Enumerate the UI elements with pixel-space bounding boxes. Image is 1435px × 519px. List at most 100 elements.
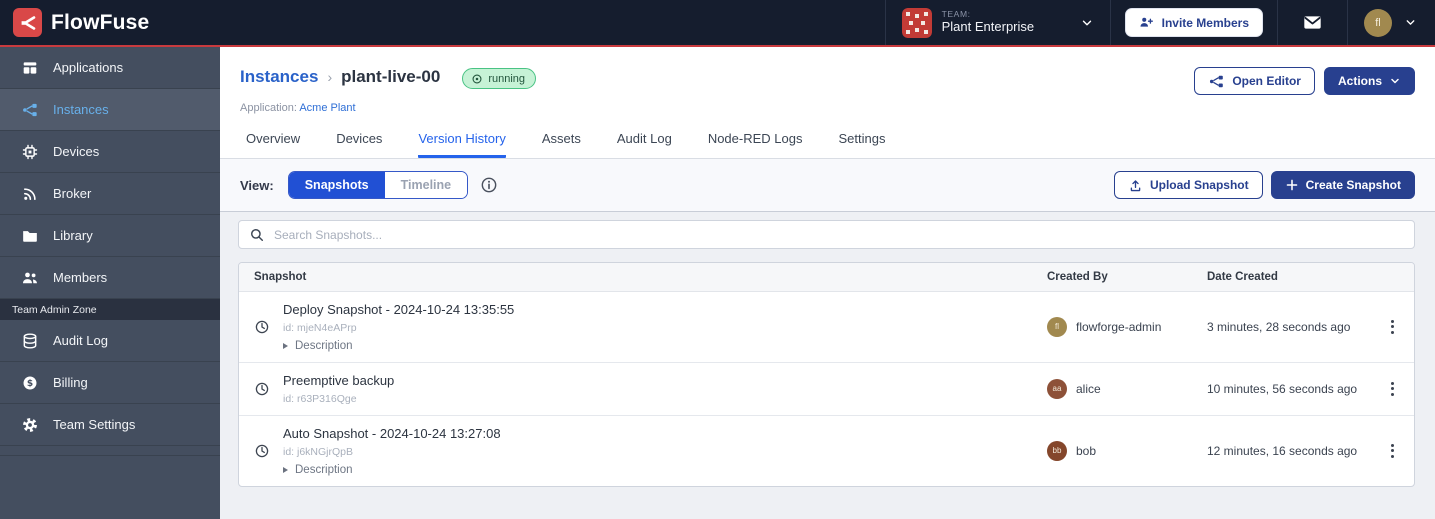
tab-assets[interactable]: Assets	[542, 131, 581, 158]
toggle-snapshots[interactable]: Snapshots	[289, 172, 385, 198]
status-running-icon	[471, 73, 483, 85]
toggle-timeline[interactable]: Timeline	[385, 172, 467, 198]
search-bar	[238, 220, 1415, 249]
triangle-right-icon	[283, 467, 288, 473]
tab-devices[interactable]: Devices	[336, 131, 382, 158]
table-header-row: Snapshot Created By Date Created	[239, 263, 1414, 292]
sidebar-item-label: Team Settings	[53, 417, 135, 432]
sidebar-item-team-settings[interactable]: Team Settings	[0, 404, 220, 446]
invite-members-button[interactable]: Invite Members	[1125, 8, 1263, 37]
chevron-down-icon	[1389, 75, 1401, 87]
sidebar-item-label: Billing	[53, 375, 88, 390]
application-label: Application:	[240, 102, 297, 114]
description-toggle[interactable]: Description	[283, 340, 514, 352]
clock-icon	[254, 319, 270, 335]
sidebar-item-applications[interactable]: Applications	[0, 47, 220, 89]
create-snapshot-button[interactable]: Create Snapshot	[1271, 171, 1415, 199]
user-menu[interactable]: fl	[1347, 0, 1435, 45]
breadcrumb-instances-link[interactable]: Instances	[240, 67, 318, 87]
envelope-icon	[1302, 12, 1323, 33]
topnav-right: TEAM: Plant Enterprise Invite Members	[885, 0, 1435, 45]
sidebar-item-members[interactable]: Members	[0, 257, 220, 299]
row-menu-button[interactable]	[1370, 440, 1414, 462]
sidebar-item-label: Members	[53, 270, 107, 285]
breadcrumb-separator: ›	[327, 69, 332, 85]
users-icon	[21, 269, 39, 287]
sidebar-item-audit-log[interactable]: Audit Log	[0, 320, 220, 362]
snapshot-id: id: r63P316Qge	[283, 393, 394, 405]
triangle-right-icon	[283, 343, 288, 349]
sidebar-item-library[interactable]: Library	[0, 215, 220, 257]
team-text: TEAM: Plant Enterprise	[942, 10, 1035, 35]
creator-name: bob	[1076, 444, 1096, 458]
sidebar-item-label: Applications	[53, 60, 123, 75]
team-name: Plant Enterprise	[942, 20, 1035, 35]
svg-text:$: $	[27, 379, 33, 389]
sidebar-item-label: Library	[53, 228, 93, 243]
upload-snapshot-button[interactable]: Upload Snapshot	[1114, 171, 1263, 199]
clock-icon	[254, 443, 270, 459]
open-editor-button[interactable]: Open Editor	[1194, 67, 1315, 95]
description-toggle[interactable]: Description	[283, 464, 501, 476]
search-input[interactable]	[274, 228, 1404, 242]
user-avatar: fl	[1364, 9, 1392, 37]
database-icon	[21, 332, 39, 350]
actions-label: Actions	[1338, 74, 1382, 88]
sidebar-item-broker[interactable]: Broker	[0, 173, 220, 215]
info-icon[interactable]	[480, 176, 498, 194]
app-window: FlowFuse TEAM: Plant Enterprise	[0, 0, 1435, 519]
tab-audit-log[interactable]: Audit Log	[617, 131, 672, 158]
application-line: Application: Acme Plant	[240, 102, 1415, 114]
sidebar-item-billing[interactable]: $ Billing	[0, 362, 220, 404]
sidebar-item-label: Instances	[53, 102, 109, 117]
row-menu-button[interactable]	[1370, 378, 1414, 400]
tab-node-red-logs[interactable]: Node-RED Logs	[708, 131, 803, 158]
actions-button[interactable]: Actions	[1324, 67, 1415, 95]
table-row[interactable]: Auto Snapshot - 2024-10-24 13:27:08 id: …	[239, 416, 1414, 486]
description-label: Description	[295, 340, 353, 352]
row-menu-button[interactable]	[1370, 316, 1414, 338]
table-row[interactable]: Preemptive backup id: r63P316Qge aa alic…	[239, 363, 1414, 416]
content-area: Snapshot Created By Date Created Deplo	[220, 212, 1435, 487]
tab-bar: Overview Devices Version History Assets …	[240, 131, 1415, 158]
tab-overview[interactable]: Overview	[246, 131, 300, 158]
tab-version-history[interactable]: Version History	[418, 131, 505, 158]
brand-logo[interactable]: FlowFuse	[0, 8, 149, 37]
avatar: aa	[1047, 379, 1067, 399]
editor-icon	[1208, 73, 1225, 90]
plus-icon	[1285, 178, 1299, 192]
chevron-down-icon	[1404, 16, 1417, 29]
notifications-button[interactable]	[1277, 0, 1347, 45]
application-link[interactable]: Acme Plant	[299, 102, 355, 114]
sidebar-item-devices[interactable]: Devices	[0, 131, 220, 173]
date-created: 10 minutes, 56 seconds ago	[1207, 382, 1370, 396]
status-badge: running	[462, 68, 536, 89]
creator-name: alice	[1076, 382, 1101, 396]
view-label: View:	[240, 178, 274, 193]
main-area: Instances › plant-live-00 running	[220, 47, 1435, 519]
flowfuse-logo-icon	[13, 8, 42, 37]
snapshot-title: Auto Snapshot - 2024-10-24 13:27:08	[283, 426, 501, 443]
date-created: 3 minutes, 28 seconds ago	[1207, 320, 1370, 334]
avatar: bb	[1047, 441, 1067, 461]
avatar: fl	[1047, 317, 1067, 337]
top-navbar: FlowFuse TEAM: Plant Enterprise	[0, 0, 1435, 45]
dollar-icon: $	[21, 374, 39, 392]
sidebar-spacer	[0, 446, 220, 519]
instances-icon	[21, 101, 39, 119]
broadcast-icon	[21, 185, 39, 203]
page-header: Instances › plant-live-00 running	[220, 47, 1435, 159]
table-row[interactable]: Deploy Snapshot - 2024-10-24 13:35:55 id…	[239, 292, 1414, 363]
view-toolbar: View: Snapshots Timeline Upload Snapshot	[220, 159, 1435, 212]
column-header-snapshot: Snapshot	[239, 271, 1047, 283]
page-title: plant-live-00	[341, 67, 440, 87]
sidebar-item-instances[interactable]: Instances	[0, 89, 220, 131]
applications-icon	[21, 59, 39, 77]
clock-icon	[254, 381, 270, 397]
date-created: 12 minutes, 16 seconds ago	[1207, 444, 1370, 458]
person-plus-icon	[1139, 15, 1154, 30]
sidebar-item-label: Audit Log	[53, 333, 108, 348]
invite-members-wrap: Invite Members	[1110, 0, 1277, 45]
team-selector[interactable]: TEAM: Plant Enterprise	[885, 0, 1110, 45]
tab-settings[interactable]: Settings	[838, 131, 885, 158]
